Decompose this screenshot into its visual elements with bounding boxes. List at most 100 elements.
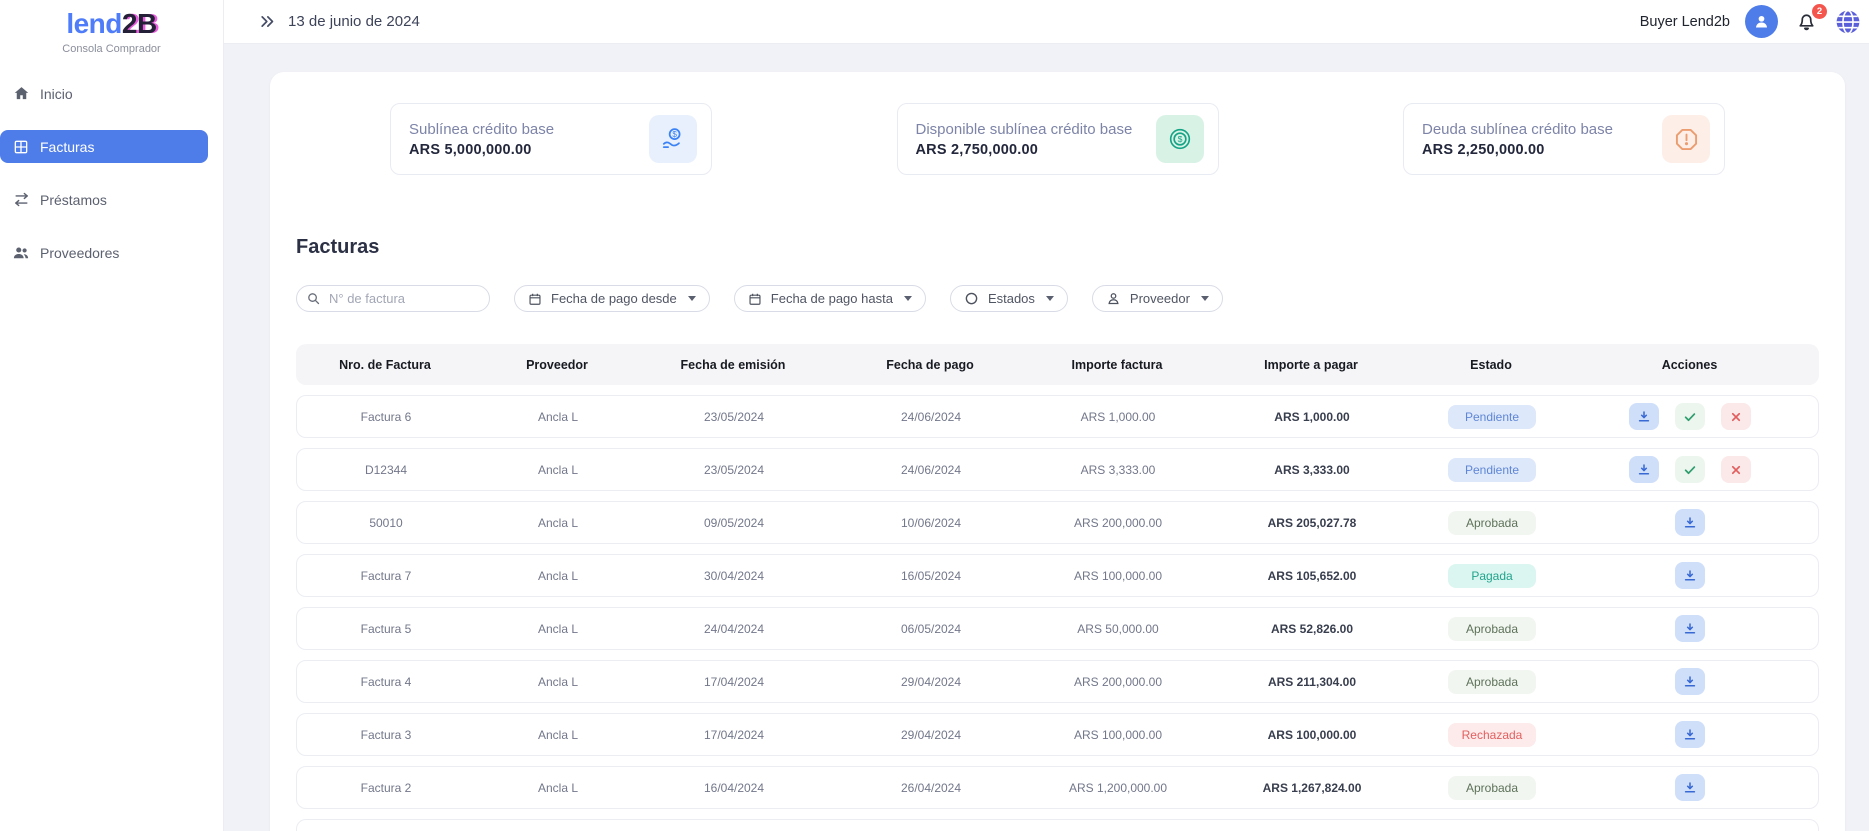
table-row: D12344 Ancla L 23/05/2024 24/06/2024 ARS… [296, 448, 1819, 491]
download-button[interactable] [1675, 509, 1705, 536]
approve-button[interactable] [1675, 403, 1705, 430]
cell-proveedor: Ancla L [475, 516, 641, 530]
status-badge: Pendiente [1448, 458, 1536, 482]
cell-acciones [1561, 403, 1818, 430]
download-button[interactable] [1675, 668, 1705, 695]
download-icon [1683, 728, 1697, 742]
cell-importe-factura: ARS 1,000.00 [1035, 410, 1201, 424]
chevron-down-icon [904, 296, 912, 301]
card-value: ARS 2,750,000.00 [916, 142, 1156, 158]
cell-nro-factura: D12344 [297, 463, 475, 477]
globe-icon [1835, 9, 1861, 35]
cell-fecha-emision: 30/04/2024 [641, 569, 827, 583]
reject-button[interactable] [1721, 403, 1751, 430]
filter-estados[interactable]: Estados [950, 285, 1068, 312]
cell-importe-factura: ARS 3,333.00 [1035, 463, 1201, 477]
filter-fecha-pago-desde[interactable]: Fecha de pago desde [514, 285, 710, 312]
cell-fecha-pago: 24/06/2024 [827, 410, 1035, 424]
cell-estado: Rechazada [1423, 723, 1561, 747]
cell-importe-a-pagar: ARS 3,333.00 [1201, 463, 1423, 477]
notifications-button[interactable]: 2 [1793, 8, 1820, 35]
x-icon [1730, 464, 1742, 476]
double-chevron-right-icon [259, 13, 276, 30]
sidebar-expand-button[interactable] [257, 11, 278, 32]
svg-text:$: $ [672, 130, 677, 139]
download-button[interactable] [1629, 456, 1659, 483]
download-button[interactable] [1675, 721, 1705, 748]
table-row: Factura 4 Ancla L 17/04/2024 29/04/2024 … [296, 660, 1819, 703]
sidebar-item-label: Proveedores [40, 245, 119, 261]
cell-proveedor: Ancla L [475, 463, 641, 477]
filter-fecha-pago-hasta[interactable]: Fecha de pago hasta [734, 285, 926, 312]
sidebar-item-label: Inicio [40, 86, 73, 102]
card-value: ARS 5,000,000.00 [409, 142, 649, 158]
sidebar-item-label: Facturas [40, 139, 94, 155]
invoice-search [296, 285, 490, 312]
download-button[interactable] [1675, 562, 1705, 589]
download-icon [1683, 622, 1697, 636]
x-icon [1730, 411, 1742, 423]
card-label: Disponible sublínea crédito base [916, 121, 1156, 138]
cell-fecha-pago: 29/04/2024 [827, 728, 1035, 742]
cell-importe-factura: ARS 200,000.00 [1035, 675, 1201, 689]
sidebar-item-prestamos[interactable]: Préstamos [0, 183, 208, 216]
notification-count-badge: 2 [1812, 4, 1827, 19]
topbar-right: Buyer Lend2b 2 [1640, 5, 1861, 38]
person-icon [1752, 12, 1771, 31]
filter-proveedor[interactable]: Proveedor [1092, 285, 1223, 312]
cell-proveedor: Ancla L [475, 622, 641, 636]
user-name: Buyer Lend2b [1640, 14, 1730, 30]
download-icon [1683, 675, 1697, 689]
cell-importe-a-pagar: ARS 1,267,824.00 [1201, 781, 1423, 795]
download-icon [1683, 781, 1697, 795]
summary-card-disponible: Disponible sublínea crédito base ARS 2,7… [897, 103, 1219, 175]
sidebar: lend2B Consola Comprador Inicio Facturas… [0, 0, 224, 831]
cell-proveedor: Ancla L [475, 569, 641, 583]
download-button[interactable] [1629, 403, 1659, 430]
reject-button[interactable] [1721, 456, 1751, 483]
sidebar-item-proveedores[interactable]: Proveedores [0, 236, 208, 269]
header-importe-factura: Importe factura [1034, 358, 1200, 372]
status-badge: Pendiente [1448, 405, 1536, 429]
cell-fecha-pago: 29/04/2024 [827, 675, 1035, 689]
table-row: Factura 2 Ancla L 16/04/2024 26/04/2024 … [296, 766, 1819, 809]
cell-fecha-pago: 26/04/2024 [827, 781, 1035, 795]
topbar: 13 de junio de 2024 Buyer Lend2b 2 [224, 0, 1869, 44]
language-globe-button[interactable] [1835, 9, 1861, 35]
cell-proveedor: Ancla L [475, 410, 641, 424]
table-row: Factura 3 Ancla L 17/04/2024 29/04/2024 … [296, 713, 1819, 756]
cell-importe-a-pagar: ARS 205,027.78 [1201, 516, 1423, 530]
cell-fecha-pago: 10/06/2024 [827, 516, 1035, 530]
cell-fecha-emision: 23/05/2024 [641, 410, 827, 424]
sidebar-item-inicio[interactable]: Inicio [0, 77, 208, 110]
invoice-search-input[interactable] [296, 285, 490, 312]
cell-fecha-emision: 17/04/2024 [641, 728, 827, 742]
download-button[interactable] [1675, 774, 1705, 801]
cell-fecha-pago: 16/05/2024 [827, 569, 1035, 583]
cell-importe-a-pagar: ARS 211,304.00 [1201, 675, 1423, 689]
table-row: Factura 5 Ancla L 24/04/2024 06/05/2024 … [296, 607, 1819, 650]
brand-subtitle: Consola Comprador [0, 43, 223, 55]
calendar-icon [748, 292, 762, 306]
sidebar-item-facturas[interactable]: Facturas [0, 130, 208, 163]
approve-button[interactable] [1675, 456, 1705, 483]
table-row: 50010 Ancla L 09/05/2024 10/06/2024 ARS … [296, 501, 1819, 544]
cell-acciones [1561, 668, 1818, 695]
calendar-icon [528, 292, 542, 306]
current-date: 13 de junio de 2024 [288, 13, 420, 30]
cell-acciones [1561, 509, 1818, 536]
cell-importe-factura: ARS 1,200,000.00 [1035, 781, 1201, 795]
grid-icon [11, 137, 31, 157]
search-icon [306, 291, 321, 306]
card-label: Sublínea crédito base [409, 121, 649, 138]
cell-importe-a-pagar: ARS 105,652.00 [1201, 569, 1423, 583]
user-avatar[interactable] [1745, 5, 1778, 38]
download-icon [1637, 463, 1651, 477]
chevron-down-icon [1046, 296, 1054, 301]
download-icon [1637, 410, 1651, 424]
status-badge: Pagada [1448, 564, 1536, 588]
download-button[interactable] [1675, 615, 1705, 642]
svg-text:$: $ [1177, 134, 1182, 144]
cell-nro-factura: 50010 [297, 516, 475, 530]
cell-estado: Pendiente [1423, 405, 1561, 429]
